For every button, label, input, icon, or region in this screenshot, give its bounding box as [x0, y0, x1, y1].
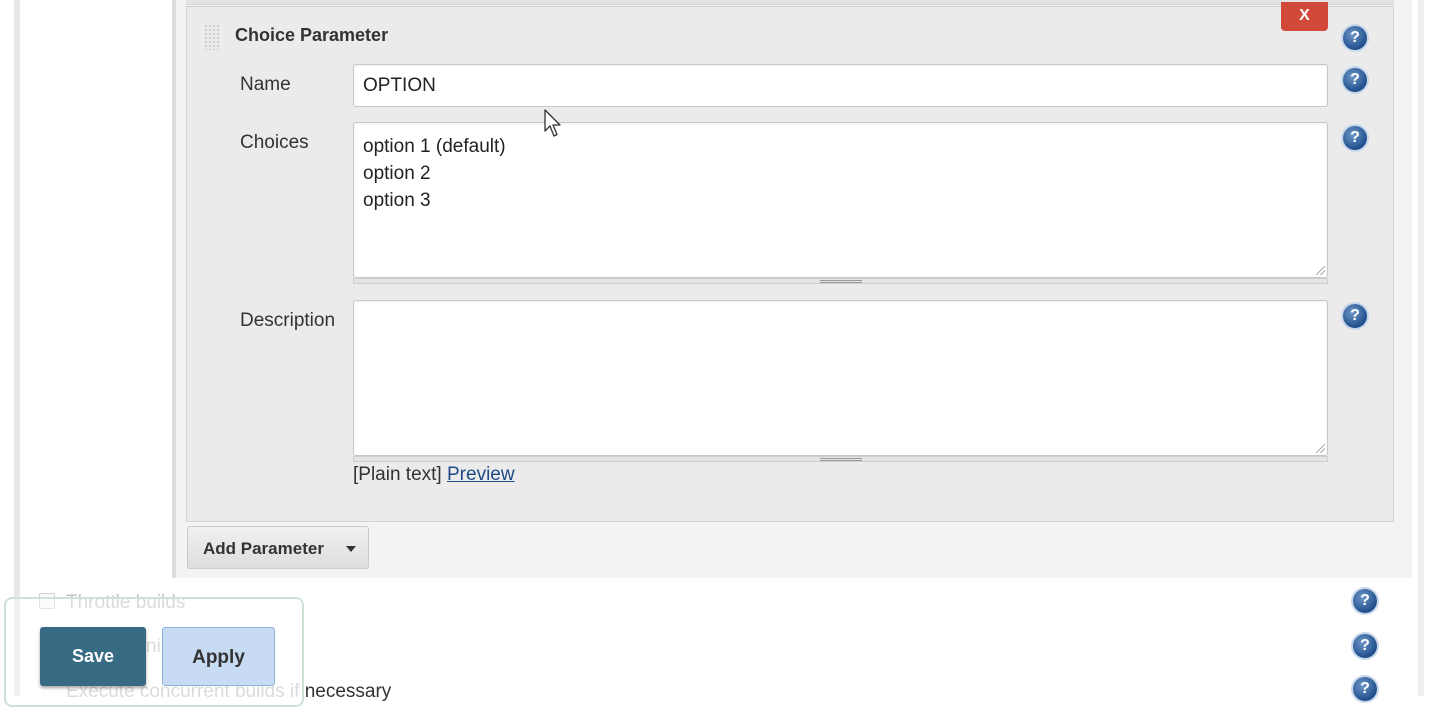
previous-parameter-edge — [186, 0, 1394, 5]
help-icon[interactable]: ? — [1343, 26, 1367, 50]
description-label: Description — [240, 310, 336, 331]
choices-resize-grip[interactable] — [353, 278, 1328, 284]
choices-textarea[interactable]: option 1 (default) option 2 option 3 — [353, 122, 1328, 278]
format-note-row: [Plain text] Preview — [353, 464, 515, 486]
choices-label: Choices — [240, 132, 309, 153]
grip-icon — [820, 280, 862, 283]
help-icon[interactable]: ? — [1343, 68, 1367, 92]
resize-corner-icon[interactable] — [1316, 444, 1325, 453]
resize-corner-icon[interactable] — [1316, 266, 1325, 275]
plain-text-note: [Plain text] — [353, 464, 442, 485]
help-icon[interactable]: ? — [1353, 589, 1377, 613]
add-parameter-label: Add Parameter — [203, 539, 324, 558]
help-icon[interactable]: ? — [1353, 634, 1377, 658]
parameter-title: Choice Parameter — [235, 25, 389, 45]
help-icon[interactable]: ? — [1343, 304, 1367, 328]
mouse-cursor-icon — [544, 109, 561, 137]
help-icon[interactable]: ? — [1353, 677, 1377, 701]
save-button[interactable]: Save — [40, 627, 146, 686]
delete-parameter-button[interactable]: X — [1281, 2, 1328, 31]
description-resize-grip[interactable] — [353, 456, 1328, 462]
add-parameter-button[interactable]: Add Parameter — [187, 526, 369, 569]
grip-icon — [820, 458, 862, 461]
apply-button[interactable]: Apply — [162, 627, 275, 686]
caret-down-icon — [346, 546, 356, 552]
description-textarea[interactable] — [353, 300, 1328, 456]
page-left-border — [14, 0, 20, 696]
name-input[interactable] — [353, 64, 1328, 107]
concurrent-builds-label-visible: necessary — [304, 681, 392, 702]
page-right-border — [1418, 0, 1424, 696]
name-label: Name — [240, 74, 291, 95]
help-icon[interactable]: ? — [1343, 126, 1367, 150]
preview-link[interactable]: Preview — [447, 464, 515, 485]
drag-handle-icon[interactable] — [204, 24, 220, 50]
